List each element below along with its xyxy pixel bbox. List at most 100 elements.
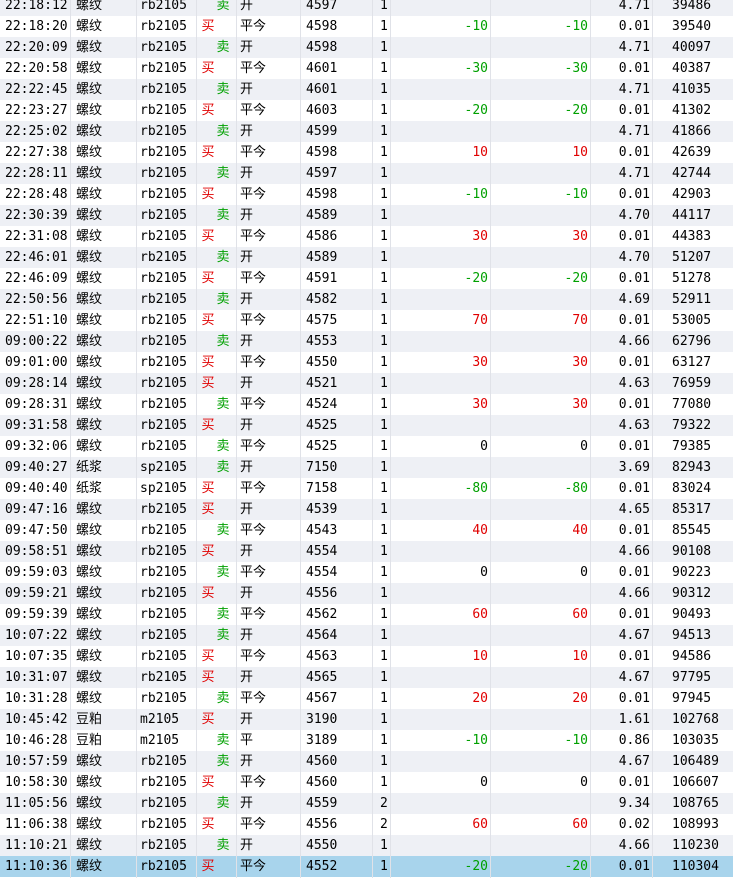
position-profit-cell: 20 bbox=[572, 691, 588, 706]
time-cell: 22:18:20 bbox=[5, 19, 68, 34]
sell-direction-cell bbox=[216, 184, 230, 205]
table-row[interactable]: 09:28:14 螺纹 rb2105 买 开 4521 1 4.63 76959 bbox=[0, 373, 733, 394]
position-profit-cell bbox=[490, 499, 588, 520]
table-row[interactable]: 09:01:00 螺纹 rb2105 买 平今 4550 1 30 30 0.01 63127 bbox=[0, 352, 733, 373]
table-row[interactable]: 22:46:01 螺纹 rb2105 卖开 4589 1 4.70 51207 bbox=[0, 247, 733, 268]
table-row[interactable]: 09:59:21 螺纹 rb2105 买 开 4556 1 4.66 90312 bbox=[0, 583, 733, 604]
close-profit-cell: 10 bbox=[472, 649, 488, 664]
product-name-cell: 螺纹 bbox=[76, 61, 103, 76]
time-cell: 09:00:22 bbox=[5, 334, 68, 349]
product-name-cell: 螺纹 bbox=[76, 355, 103, 370]
product-name-cell: 螺纹 bbox=[76, 523, 103, 538]
table-row[interactable]: 09:58:51 螺纹 rb2105 买 开 4554 1 4.66 90108 bbox=[0, 541, 733, 562]
position-profit-cell: -80 bbox=[564, 481, 588, 496]
product-name-cell: 螺纹 bbox=[76, 649, 103, 664]
contract-code-cell: rb2105 bbox=[140, 166, 187, 181]
sell-direction-cell bbox=[216, 772, 230, 793]
table-row[interactable]: 22:25:02 螺纹 rb2105 卖开 4599 1 4.71 41866 bbox=[0, 121, 733, 142]
table-row[interactable]: 10:31:07 螺纹 rb2105 买 开 4565 1 4.67 97795 bbox=[0, 667, 733, 688]
table-row[interactable]: 09:28:31 螺纹 rb2105 卖平今 4524 1 30 30 0.01 77080 bbox=[0, 394, 733, 415]
price-cell: 4563 bbox=[306, 649, 338, 664]
table-row[interactable]: 22:18:12 螺纹 rb2105 卖开 4597 1 4.71 39486 bbox=[0, 0, 733, 16]
table-row[interactable]: 09:47:50 螺纹 rb2105 卖平今 4543 1 40 40 0.01 85545 bbox=[0, 520, 733, 541]
position-profit-cell bbox=[490, 541, 588, 562]
balance-cell: 62796 bbox=[672, 334, 712, 349]
table-row[interactable]: 09:40:27 纸浆 sp2105 卖开 7150 1 3.69 82943 bbox=[0, 457, 733, 478]
time-cell: 09:58:51 bbox=[5, 544, 68, 559]
balance-cell: 52911 bbox=[672, 292, 712, 307]
product-name-cell: 螺纹 bbox=[76, 859, 103, 874]
table-row[interactable]: 09:32:06 螺纹 rb2105 卖平今 4525 1 0 0 0.01 79385 bbox=[0, 436, 733, 457]
table-row[interactable]: 22:18:20 螺纹 rb2105 买 平今 4598 1 -10 -10 0.01 39540 bbox=[0, 16, 733, 37]
table-row[interactable]: 10:31:28 螺纹 rb2105 卖平今 4567 1 20 20 0.01 97945 bbox=[0, 688, 733, 709]
fee-cell: 3.69 bbox=[618, 460, 650, 475]
table-row[interactable]: 09:47:16 螺纹 rb2105 买 开 4539 1 4.65 85317 bbox=[0, 499, 733, 520]
table-row[interactable]: 22:46:09 螺纹 rb2105 买 平今 4591 1 -20 -20 0.01 51278 bbox=[0, 268, 733, 289]
table-row[interactable]: 22:27:38 螺纹 rb2105 买 平今 4598 1 10 10 0.01 42639 bbox=[0, 142, 733, 163]
product-name-cell: 螺纹 bbox=[76, 208, 103, 223]
open-close-cell: 平今 bbox=[240, 187, 267, 202]
table-row[interactable]: 22:28:11 螺纹 rb2105 卖开 4597 1 4.71 42744 bbox=[0, 163, 733, 184]
table-row[interactable]: 10:46:28 豆粕 m2105 卖平 3189 1 -10 -10 0.86 103035 bbox=[0, 730, 733, 751]
table-row[interactable]: 22:22:45 螺纹 rb2105 卖开 4601 1 4.71 41035 bbox=[0, 79, 733, 100]
time-cell: 09:40:27 bbox=[5, 460, 68, 475]
table-row[interactable]: 22:51:10 螺纹 rb2105 买 平今 4575 1 70 70 0.01 53005 bbox=[0, 310, 733, 331]
fee-cell: 4.67 bbox=[618, 628, 650, 643]
table-row[interactable]: 10:07:35 螺纹 rb2105 买 平今 4563 1 10 10 0.01 94586 bbox=[0, 646, 733, 667]
table-row[interactable]: 22:28:48 螺纹 rb2105 买 平今 4598 1 -10 -10 0.01 42903 bbox=[0, 184, 733, 205]
table-row[interactable]: 10:57:59 螺纹 rb2105 卖开 4560 1 4.67 106489 bbox=[0, 751, 733, 772]
quantity-cell: 1 bbox=[380, 775, 388, 790]
time-cell: 10:57:59 bbox=[5, 754, 68, 769]
table-row[interactable]: 09:31:58 螺纹 rb2105 买 开 4525 1 4.63 79322 bbox=[0, 415, 733, 436]
column-divider bbox=[236, 0, 237, 878]
product-name-cell: 豆粕 bbox=[76, 712, 103, 727]
product-name-cell: 螺纹 bbox=[76, 334, 103, 349]
position-profit-cell: 60 bbox=[572, 607, 588, 622]
buy-direction-cell bbox=[201, 247, 215, 268]
table-row[interactable]: 09:00:22 螺纹 rb2105 卖开 4553 1 4.66 62796 bbox=[0, 331, 733, 352]
table-row[interactable]: 22:20:09 螺纹 rb2105 卖开 4598 1 4.71 40097 bbox=[0, 37, 733, 58]
open-close-cell: 平今 bbox=[240, 691, 267, 706]
table-row[interactable]: 10:45:42 豆粕 m2105 买 开 3190 1 1.61 102768 bbox=[0, 709, 733, 730]
position-profit-cell bbox=[490, 331, 588, 352]
balance-cell: 97795 bbox=[672, 670, 712, 685]
position-profit-cell: 0 bbox=[580, 775, 588, 790]
table-row[interactable]: 22:20:58 螺纹 rb2105 买 平今 4601 1 -30 -30 0.01 40387 bbox=[0, 58, 733, 79]
table-row[interactable]: 09:59:39 螺纹 rb2105 卖平今 4562 1 60 60 0.01 90493 bbox=[0, 604, 733, 625]
table-row[interactable]: 11:06:38 螺纹 rb2105 买 平今 4556 2 60 60 0.02 108993 bbox=[0, 814, 733, 835]
table-row[interactable]: 22:23:27 螺纹 rb2105 买 平今 4603 1 -20 -20 0.01 41302 bbox=[0, 100, 733, 121]
quantity-cell: 1 bbox=[380, 481, 388, 496]
table-row[interactable]: 22:30:39 螺纹 rb2105 卖开 4589 1 4.70 44117 bbox=[0, 205, 733, 226]
contract-code-cell: rb2105 bbox=[140, 397, 187, 412]
position-profit-cell: 10 bbox=[572, 145, 588, 160]
table-row-selected[interactable]: 11:10:36 螺纹 rb2105 买 平今 4552 1 -20 -20 0.01 110304 bbox=[0, 856, 733, 877]
contract-code-cell: rb2105 bbox=[140, 187, 187, 202]
open-close-cell: 开 bbox=[240, 838, 254, 853]
table-row[interactable]: 22:50:56 螺纹 rb2105 卖开 4582 1 4.69 52911 bbox=[0, 289, 733, 310]
table-row[interactable]: 10:07:22 螺纹 rb2105 卖开 4564 1 4.67 94513 bbox=[0, 625, 733, 646]
product-name-cell: 纸浆 bbox=[76, 481, 103, 496]
balance-cell: 63127 bbox=[672, 355, 712, 370]
position-profit-cell: 0 bbox=[580, 565, 588, 580]
buy-direction-cell: 买 bbox=[201, 61, 215, 76]
quantity-cell: 1 bbox=[380, 565, 388, 580]
table-row[interactable]: 09:40:40 纸浆 sp2105 买 平今 7158 1 -80 -80 0.01 83024 bbox=[0, 478, 733, 499]
sell-direction-cell: 卖 bbox=[216, 166, 230, 181]
position-profit-cell: 0 bbox=[580, 439, 588, 454]
product-name-cell: 豆粕 bbox=[76, 733, 103, 748]
sell-direction-cell bbox=[216, 583, 230, 604]
open-close-cell: 开 bbox=[240, 166, 254, 181]
buy-direction-cell: 买 bbox=[201, 586, 215, 601]
quantity-cell: 1 bbox=[380, 649, 388, 664]
close-profit-cell bbox=[390, 583, 488, 604]
table-row[interactable]: 11:05:56 螺纹 rb2105 卖开 4559 2 9.34 108765 bbox=[0, 793, 733, 814]
price-cell: 4598 bbox=[306, 40, 338, 55]
table-row[interactable]: 10:58:30 螺纹 rb2105 买 平今 4560 1 0 0 0.01 106607 bbox=[0, 772, 733, 793]
table-row[interactable]: 09:59:03 螺纹 rb2105 卖平今 4554 1 0 0 0.01 90223 bbox=[0, 562, 733, 583]
table-row[interactable]: 22:31:08 螺纹 rb2105 买 平今 4586 1 30 30 0.01 44383 bbox=[0, 226, 733, 247]
time-cell: 22:50:56 bbox=[5, 292, 68, 307]
sell-direction-cell bbox=[216, 310, 230, 331]
position-profit-cell: -20 bbox=[564, 859, 588, 874]
table-row[interactable]: 11:10:21 螺纹 rb2105 卖开 4550 1 4.66 110230 bbox=[0, 835, 733, 856]
buy-direction-cell: 买 bbox=[201, 775, 215, 790]
